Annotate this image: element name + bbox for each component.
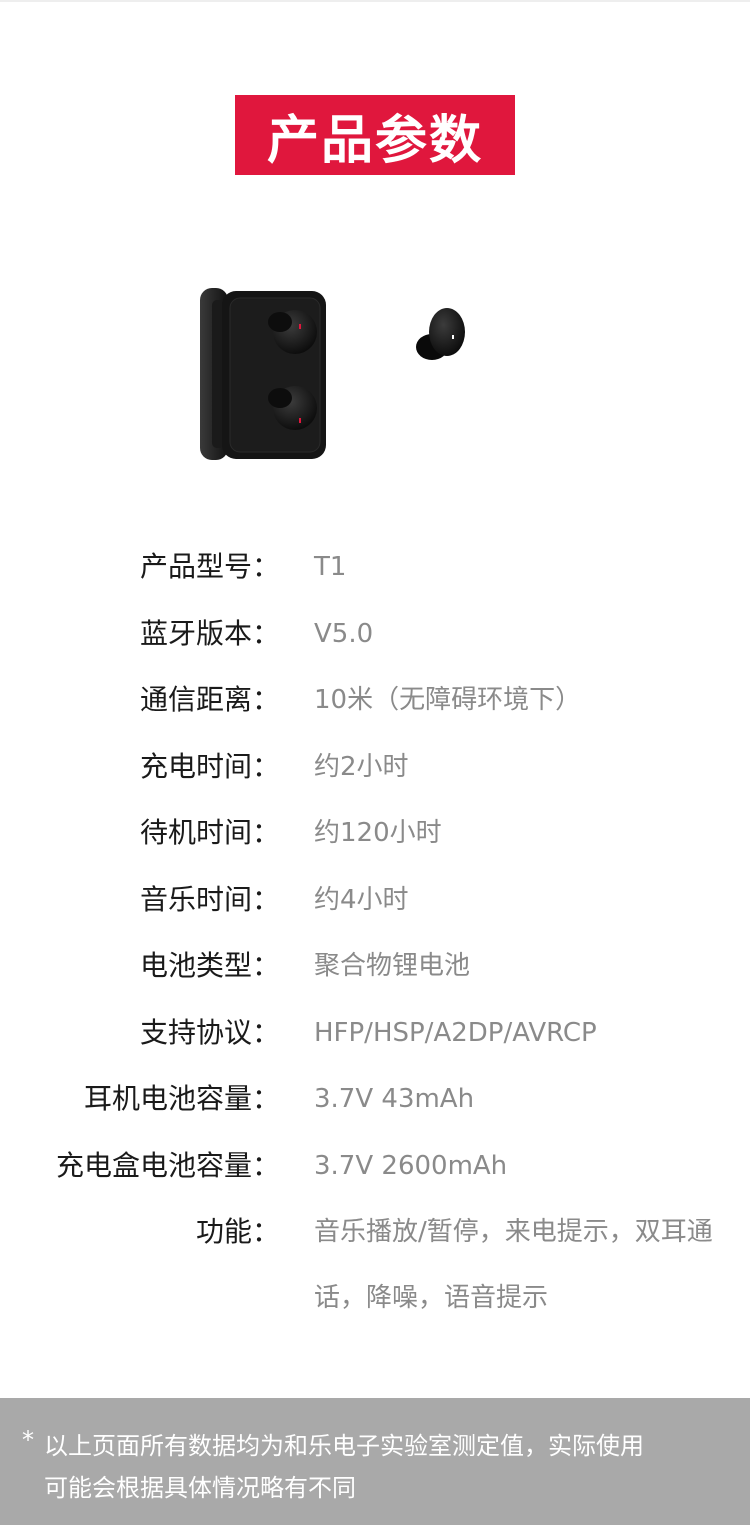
top-divider [0,0,750,2]
spec-label: 充电时间： [139,749,280,783]
spec-value: 约120小时 [314,818,442,848]
page-title: 产品参数 [266,110,483,171]
spec-row: 支持协议： HFP/HSP/A2DP/AVRCP [0,1013,750,1053]
spec-value: 10米（无障碍环境下） [314,685,582,715]
spec-label: 功能： [195,1215,280,1248]
spec-row: 通信距离： 10米（无障碍环境下） [0,680,750,720]
spec-value: 约4小时 [314,884,409,915]
disclaimer-text-line2: 可能会根据具体情况略有不同 [44,1474,356,1502]
spec-value: T1 [314,552,347,582]
footnote-asterisk: * [22,1426,34,1454]
spec-value: V5.0 [314,618,374,649]
spec-label: 音乐时间： [139,882,280,916]
spec-label: 电池类型： [139,949,280,982]
spec-row: 充电盒电池容量： 3.7V 2600mAh [0,1146,750,1186]
spec-value: 约2小时 [314,751,409,782]
single-earbud [416,308,465,360]
spec-label: 待机时间： [139,816,280,849]
disclaimer-footer: * 以上页面所有数据均为和乐电子实验室测定值，实际使用 可能会根据具体情况略有不… [0,1398,750,1525]
spec-label: 蓝牙版本： [139,616,280,650]
spec-label: 通信距离： [139,683,280,716]
charging-case [222,291,326,459]
spec-value: HFP/HSP/A2DP/AVRCP [314,1017,597,1048]
disclaimer-text-line1: 以上页面所有数据均为和乐电子实验室测定值，实际使用 [44,1432,644,1460]
spec-label: 产品型号： [139,550,280,583]
spec-label: 充电盒电池容量： [55,1148,280,1182]
spec-row: 音乐时间： 约4小时 [0,880,750,920]
spec-row: 充电时间： 约2小时 [0,747,750,787]
spec-row: 待机时间： 约120小时 [0,813,750,853]
product-image [200,288,465,460]
spec-value: 3.7V 2600mAh [314,1150,508,1181]
spec-value: 音乐播放/暂停，来电提示，双耳通话，降噪，语音提示 [314,1217,713,1313]
spec-row: 耳机电池容量： 3.7V 43mAh [0,1079,750,1119]
spec-row: 功能： 音乐播放/暂停，来电提示，双耳通话，降噪，语音提示 [0,1212,750,1313]
spec-row: 蓝牙版本： V5.0 [0,614,750,654]
section-title-banner: 产品参数 [235,95,515,175]
spec-label: 支持协议： [139,1015,280,1049]
spec-label: 耳机电池容量： [83,1082,280,1115]
spec-row: 电池类型： 聚合物锂电池 [0,946,750,986]
spec-value: 聚合物锂电池 [314,951,471,981]
spec-value: 3.7V 43mAh [314,1084,475,1114]
spec-row: 产品型号： T1 [0,547,750,587]
